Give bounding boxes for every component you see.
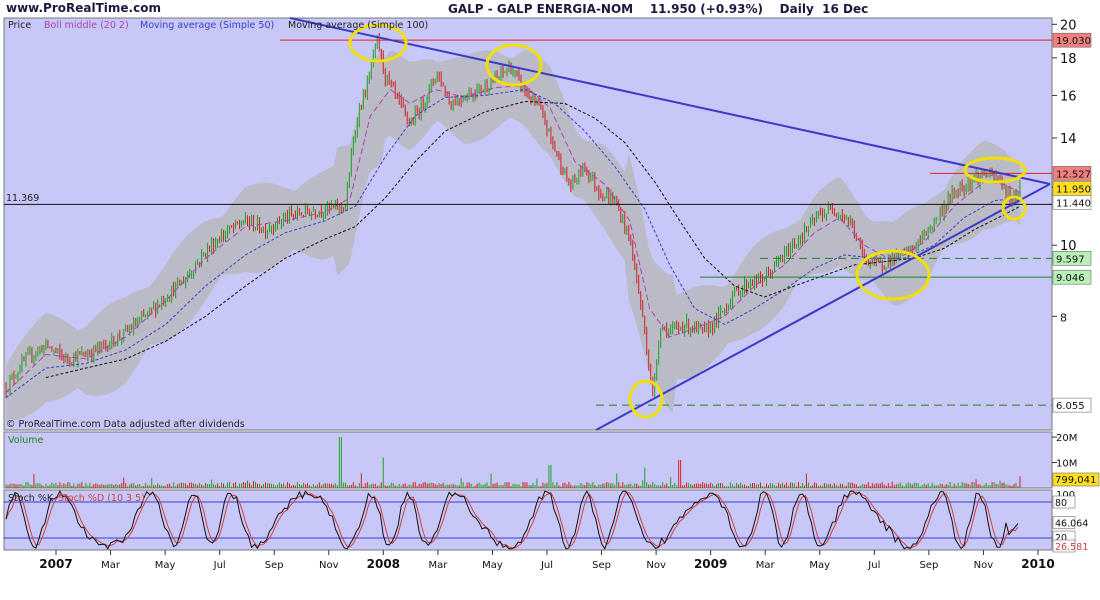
x-tick-label: May — [809, 560, 830, 571]
legend-boll: Boll middle (20 2) — [44, 20, 129, 31]
chart-canvas: Price Boll middle (20 2) Moving average … — [3, 17, 1100, 571]
y-tick-label: 8 — [1060, 311, 1067, 324]
x-tick-label: Jul — [867, 560, 880, 571]
x-tick-label: Mar — [756, 560, 776, 571]
x-tick-label: 2008 — [367, 557, 400, 571]
x-tick-label: Jul — [213, 560, 226, 571]
x-tick-label: May — [482, 560, 503, 571]
y-tick-label: 20 — [1060, 18, 1077, 33]
price-label: 11.950 — [1056, 184, 1091, 195]
stoch-panel: Stoch %K Stoch %D (10 3 5) — [3, 489, 1053, 551]
x-tick-label: Sep — [265, 560, 284, 571]
x-tick-label: Mar — [101, 560, 121, 571]
volume-last-label: 799,041 — [1055, 475, 1096, 486]
x-tick-label: Nov — [646, 560, 666, 571]
price-label: 12.527 — [1056, 169, 1091, 180]
x-tick-label: Nov — [974, 560, 994, 571]
x-tick-label: Nov — [319, 560, 339, 571]
legend-ma50: Moving average (Simple 50) — [140, 20, 274, 31]
y-tick-label: 14 — [1060, 132, 1077, 147]
x-tick-label: Mar — [428, 560, 448, 571]
hline-label: 11.369 — [6, 193, 39, 204]
x-tick-label: Jul — [540, 560, 553, 571]
price-label: 9.597 — [1056, 254, 1085, 265]
x-tick-label: 2009 — [694, 557, 727, 571]
x-tick-label: Sep — [592, 560, 611, 571]
footnote: © ProRealTime.com Data adjusted after di… — [6, 419, 245, 430]
y-tick-label: 16 — [1060, 89, 1077, 104]
stoch-label: 46.064 — [1055, 518, 1088, 529]
price-panel: Price Boll middle (20 2) Moving average … — [3, 17, 1053, 431]
price-label: 19.030 — [1056, 36, 1091, 47]
stoch-label: 80 — [1055, 498, 1067, 509]
y-tick-label: 18 — [1060, 52, 1077, 67]
x-tick-label: 2010 — [1021, 557, 1054, 571]
legend-stoch-k: Stoch %K — [8, 493, 54, 504]
price-label: 11.440 — [1056, 198, 1091, 209]
x-tick-label: May — [155, 560, 176, 571]
stoch-label: 26.581 — [1055, 542, 1088, 553]
legend-ma100: Moving average (Simple 100) — [288, 20, 428, 31]
volume-panel: Volume — [3, 431, 1053, 489]
x-tick-label: Sep — [919, 560, 938, 571]
price-label: 6.055 — [1056, 401, 1085, 412]
x-tick-label: 2007 — [39, 557, 72, 571]
volume-tick-label: 20M — [1056, 433, 1077, 444]
price-label: 9.046 — [1056, 273, 1085, 284]
legend-price: Price — [8, 20, 31, 31]
legend-volume: Volume — [8, 435, 43, 446]
volume-tick-label: 10M — [1056, 459, 1077, 470]
legend-stoch-d: Stoch %D (10 3 5) — [58, 493, 145, 504]
volume-panel-bg — [3, 431, 1053, 489]
